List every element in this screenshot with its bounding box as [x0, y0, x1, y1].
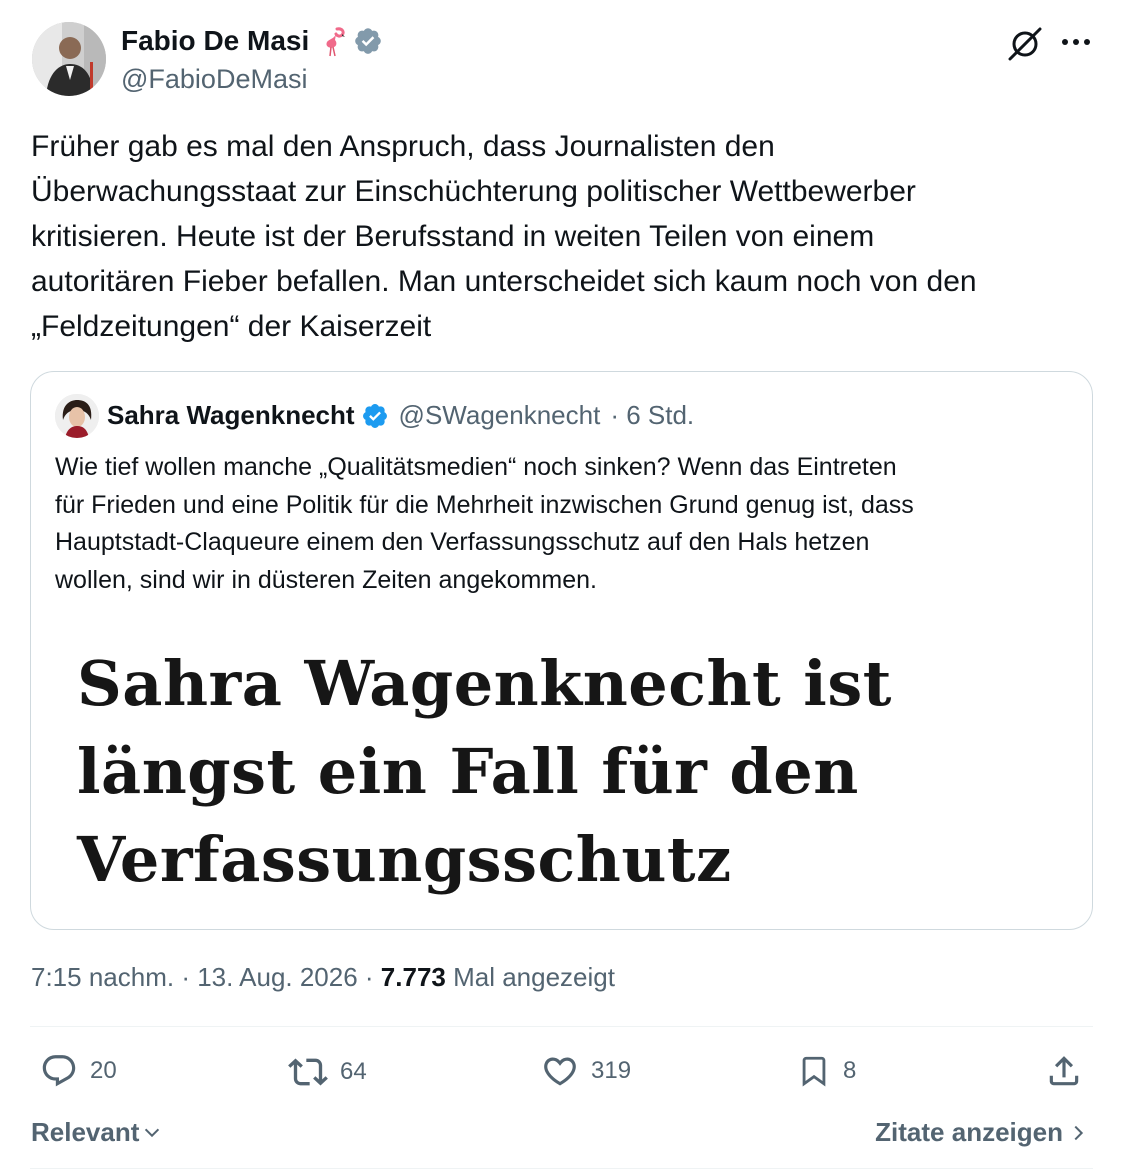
tweet-text-line: Früher gab es mal den Anspruch, dass Jou… — [31, 130, 775, 163]
reply-icon — [42, 1055, 76, 1087]
reply-count: 20 — [90, 1057, 117, 1084]
share-button[interactable] — [1045, 1052, 1083, 1090]
tweet-detail: Fabio De Masi @FabioDeMasi Früher gab es… — [0, 0, 1123, 1171]
headline-line: Verfassungsschutz — [77, 823, 732, 896]
quote-author-handle[interactable]: @SWagenknecht — [399, 400, 601, 431]
retweet-button[interactable]: 64 — [288, 1052, 367, 1092]
quoted-tweet-card[interactable]: Sahra Wagenknecht @SWagenknecht · 6 Std.… — [30, 371, 1093, 930]
author-name[interactable]: Fabio De Masi — [121, 25, 309, 57]
view-count: 7.773 — [380, 962, 446, 992]
quote-header: Sahra Wagenknecht @SWagenknecht · 6 Std. — [107, 400, 694, 431]
view-count-label: Mal angezeigt — [445, 962, 615, 992]
more-options-icon[interactable] — [1058, 30, 1094, 54]
view-quotes-link[interactable]: Zitate anzeigen — [875, 1117, 1089, 1148]
like-button[interactable]: 319 — [541, 1052, 631, 1090]
tweet-meta: 7:15 nachm. · 13. Aug. 2026 · 7.773 Mal … — [31, 962, 615, 993]
bookmark-icon — [802, 1056, 826, 1087]
bookmark-count: 8 — [843, 1057, 857, 1084]
quote-text-line: Hauptstadt-Claqueure einem den Verfassun… — [55, 528, 870, 556]
divider — [30, 1026, 1093, 1027]
tweet-text-line: „Feldzeitungen“ der Kaiserzeit — [31, 310, 432, 343]
chevron-down-icon — [145, 1128, 160, 1137]
verified-badge-icon[interactable] — [361, 402, 389, 430]
bookmark-button[interactable]: 8 — [797, 1052, 856, 1090]
meta-separator: · — [174, 962, 198, 992]
divider — [30, 1168, 1093, 1169]
quote-timestamp[interactable]: · 6 Std. — [610, 400, 694, 431]
quote-author-avatar[interactable] — [55, 394, 99, 438]
author-name-row[interactable]: Fabio De Masi — [121, 25, 383, 57]
tweet-text-line: Überwachungsstaat zur Einschüchterung po… — [31, 175, 916, 208]
quote-author-name[interactable]: Sahra Wagenknecht — [107, 400, 355, 431]
quote-text-line: für Frieden und eine Politik für die Meh… — [55, 490, 914, 519]
author-avatar[interactable] — [32, 22, 106, 96]
like-count: 319 — [591, 1057, 632, 1084]
retweet-count: 64 — [340, 1058, 367, 1085]
share-icon — [1049, 1056, 1079, 1086]
quote-text: Wie tief wollen manche „Qualitätsmedien“… — [55, 449, 1070, 599]
view-quotes-label: Zitate anzeigen — [875, 1117, 1063, 1147]
quote-image-headline[interactable]: Sahra Wagenknecht ist längst ein Fall fü… — [77, 640, 897, 904]
author-handle[interactable]: @FabioDeMasi — [121, 64, 307, 95]
sort-dropdown[interactable]: Relevant — [31, 1117, 163, 1148]
heart-icon — [544, 1057, 576, 1086]
quote-text-line: Wie tief wollen manche „Qualitätsmedien“… — [55, 453, 897, 481]
tweet-date[interactable]: 13. Aug. 2026 — [197, 962, 357, 992]
headline-line: längst ein Fall für den — [77, 735, 859, 808]
tweet-text: Früher gab es mal den Anspruch, dass Jou… — [31, 124, 1101, 349]
grok-icon[interactable] — [1005, 24, 1045, 64]
tweet-time[interactable]: 7:15 nachm. — [31, 962, 174, 992]
quote-text-line: wollen, sind wir in düsteren Zeiten ange… — [55, 565, 597, 594]
sort-label: Relevant — [31, 1117, 140, 1147]
headline-line: Sahra Wagenknecht ist — [77, 647, 892, 720]
retweet-icon — [288, 1058, 328, 1086]
verified-badge-icon[interactable] — [353, 26, 383, 56]
reply-button[interactable]: 20 — [40, 1052, 117, 1090]
flamingo-icon — [317, 25, 347, 57]
chevron-right-icon — [1074, 1125, 1084, 1140]
meta-separator: · — [357, 962, 381, 992]
tweet-text-line: autoritären Fieber befallen. Man untersc… — [31, 265, 977, 298]
tweet-text-line: kritisieren. Heute ist der Berufsstand i… — [31, 220, 875, 253]
